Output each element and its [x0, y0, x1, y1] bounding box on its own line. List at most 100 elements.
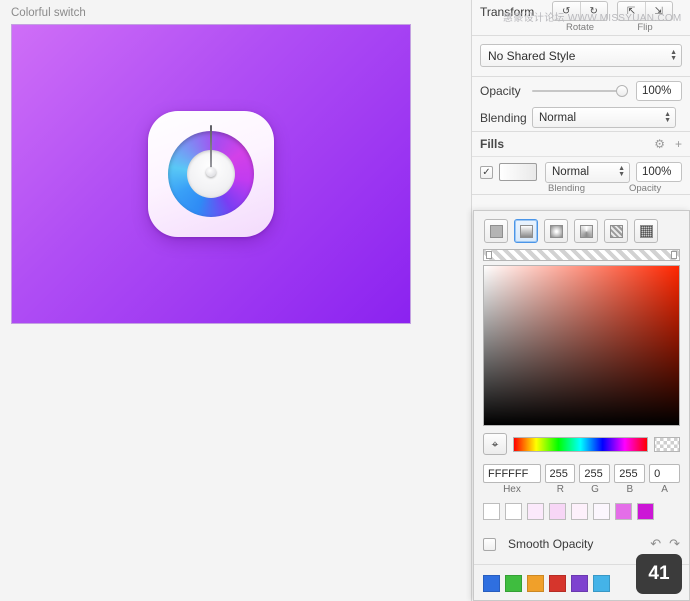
- fills-title: Fills: [480, 137, 504, 151]
- palette-swatch[interactable]: [549, 575, 566, 592]
- linear-gradient-icon: [520, 225, 533, 238]
- recent-swatch[interactable]: [505, 503, 522, 520]
- solid-fill-icon: [490, 225, 503, 238]
- fill-opacity-caption: Opacity: [629, 183, 661, 194]
- rotate-ccw-icon[interactable]: ↺: [553, 2, 581, 20]
- rotate-cw-icon[interactable]: ↻: [581, 2, 608, 20]
- rotate-caption: Rotate: [552, 22, 608, 33]
- recent-swatches: [483, 503, 680, 520]
- gradient-stops-bar[interactable]: [483, 249, 680, 261]
- fill-opacity-input[interactable]: 100%: [636, 162, 682, 182]
- switch-icon-graphic[interactable]: [148, 111, 274, 237]
- recent-swatch[interactable]: [527, 503, 544, 520]
- color-value-row: FFFFFF 255 255 255 0: [483, 464, 680, 483]
- transform-row: Transform ↺ ↻ Rotate ⇱ ⇲ Flip: [472, 0, 690, 35]
- blending-row: Blending Normal ▲▼: [472, 104, 690, 131]
- fill-blending-value: Normal: [552, 166, 589, 178]
- opacity-slider[interactable]: [532, 84, 628, 98]
- recent-swatch[interactable]: [483, 503, 500, 520]
- palette-swatch[interactable]: [593, 575, 610, 592]
- undo-icon[interactable]: ↶: [650, 536, 661, 552]
- flip-buttons[interactable]: ⇱ ⇲: [617, 1, 673, 21]
- pattern-fill-icon: [610, 225, 623, 238]
- fill-color-swatch[interactable]: [499, 163, 537, 181]
- hex-caption: Hex: [483, 484, 541, 495]
- radial-gradient-tab[interactable]: [544, 219, 568, 243]
- shared-style-wrap: No Shared Style ▲▼: [472, 36, 690, 76]
- color-picker-popover: ⌖ FFFFFF 255 255 255 0 Hex R G B A Smoot…: [473, 210, 690, 601]
- rotate-buttons[interactable]: ↺ ↻: [552, 1, 608, 21]
- color-value-captions: Hex R G B A: [483, 484, 680, 495]
- shared-style-section: No Shared Style ▲▼: [472, 36, 690, 77]
- flip-horizontal-icon[interactable]: ⇱: [618, 2, 646, 20]
- flip-vertical-icon[interactable]: ⇲: [646, 2, 673, 20]
- blending-label: Blending: [480, 111, 532, 125]
- blending-value: Normal: [539, 112, 576, 124]
- recent-swatch[interactable]: [571, 503, 588, 520]
- gear-icon[interactable]: ⚙: [654, 137, 665, 151]
- saturation-value-area[interactable]: [483, 265, 680, 426]
- flip-caption: Flip: [617, 22, 673, 33]
- red-caption: R: [545, 484, 576, 495]
- palette-swatch[interactable]: [571, 575, 588, 592]
- blue-caption: B: [614, 484, 645, 495]
- transform-title: Transform: [480, 5, 534, 19]
- chevron-updown-icon[interactable]: ▲▼: [670, 50, 677, 62]
- artboard[interactable]: [11, 24, 411, 324]
- pattern-fill-tab[interactable]: [604, 219, 628, 243]
- shared-style-select[interactable]: No Shared Style ▲▼: [480, 44, 682, 67]
- fills-header-icons: ⚙ +: [654, 137, 682, 151]
- angular-gradient-icon: [580, 225, 593, 238]
- noise-fill-tab[interactable]: [634, 219, 658, 243]
- fills-section: Fills ⚙ + ✓ Normal ▲▼ 100% Blending Opac…: [472, 132, 690, 195]
- redo-icon[interactable]: ↷: [669, 536, 680, 552]
- appearance-section: Opacity 100% Blending Normal ▲▼: [472, 77, 690, 132]
- opacity-label: Opacity: [480, 84, 532, 98]
- linear-gradient-tab[interactable]: [514, 219, 538, 243]
- green-caption: G: [580, 484, 611, 495]
- chevron-updown-icon[interactable]: ▲▼: [664, 112, 671, 124]
- solid-fill-tab[interactable]: [484, 219, 508, 243]
- angular-gradient-tab[interactable]: [574, 219, 598, 243]
- recent-swatch[interactable]: [549, 503, 566, 520]
- hex-input[interactable]: FFFFFF: [483, 464, 541, 483]
- smooth-opacity-row: Smooth Opacity ↶ ↷: [483, 534, 680, 554]
- opacity-value-input[interactable]: 100%: [636, 81, 682, 101]
- step-counter-badge: 41: [636, 554, 682, 594]
- radial-gradient-icon: [550, 225, 563, 238]
- fill-captions: Blending Opacity: [472, 183, 690, 194]
- recent-swatch[interactable]: [593, 503, 610, 520]
- opacity-slider-track: [532, 90, 628, 92]
- alpha-caption: A: [649, 484, 680, 495]
- artboard-title: Colorful switch: [11, 7, 86, 19]
- smooth-opacity-checkbox[interactable]: [483, 538, 496, 551]
- gradient-stop-end[interactable]: [671, 251, 677, 259]
- alpha-slider[interactable]: [654, 437, 680, 452]
- fill-blending-caption: Blending: [548, 183, 585, 194]
- fill-blending-select[interactable]: Normal ▲▼: [545, 162, 630, 183]
- chevron-updown-icon[interactable]: ▲▼: [618, 166, 625, 178]
- hue-slider[interactable]: [513, 437, 648, 452]
- shared-style-value: No Shared Style: [488, 49, 575, 63]
- red-input[interactable]: 255: [545, 464, 576, 483]
- blending-select[interactable]: Normal ▲▼: [532, 107, 676, 128]
- eyedropper-icon[interactable]: ⌖: [483, 433, 507, 455]
- recent-swatch[interactable]: [615, 503, 632, 520]
- recent-swatch[interactable]: [637, 503, 654, 520]
- add-fill-icon[interactable]: +: [675, 137, 682, 151]
- flip-group: ⇱ ⇲ Flip: [617, 1, 673, 33]
- alpha-input[interactable]: 0: [649, 464, 680, 483]
- palette-swatch[interactable]: [527, 575, 544, 592]
- fill-enabled-checkbox[interactable]: ✓: [480, 166, 493, 179]
- fill-type-tabs: [474, 211, 689, 249]
- green-input[interactable]: 255: [579, 464, 610, 483]
- noise-fill-icon: [640, 225, 653, 238]
- blue-input[interactable]: 255: [614, 464, 645, 483]
- gradient-stop-start[interactable]: [486, 251, 492, 259]
- icon-knob: [206, 167, 216, 177]
- opacity-slider-knob[interactable]: [616, 85, 628, 97]
- palette-swatch[interactable]: [505, 575, 522, 592]
- palette-swatch[interactable]: [483, 575, 500, 592]
- opacity-row: Opacity 100%: [472, 77, 690, 104]
- eyedropper-row: ⌖: [483, 433, 680, 455]
